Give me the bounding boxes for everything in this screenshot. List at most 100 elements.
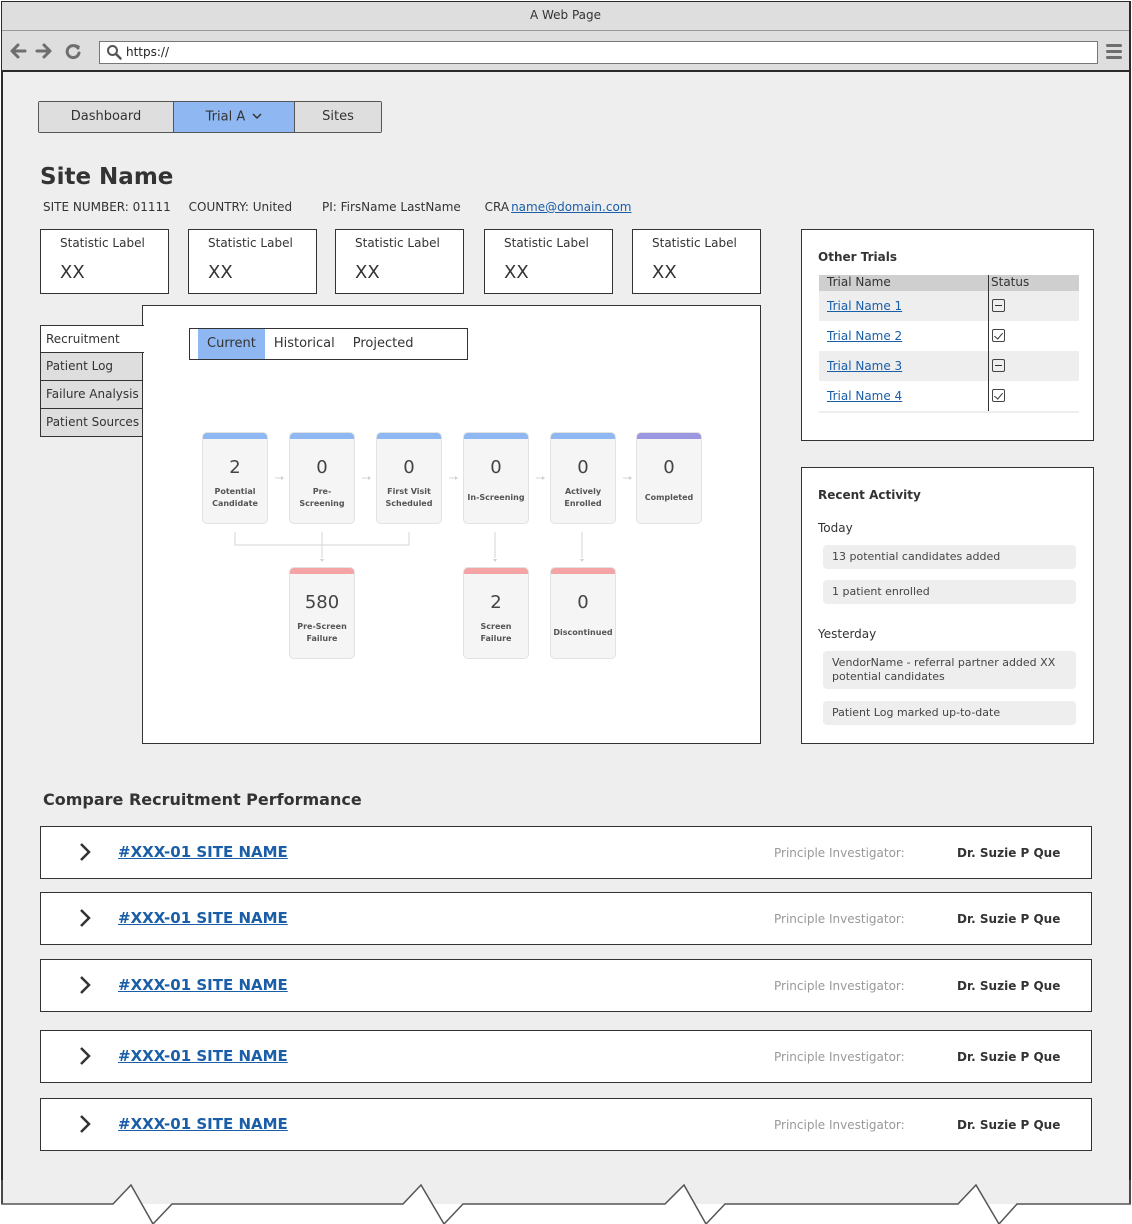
table-row: Trial Name 2 [819,321,1079,351]
stat-value: XX [504,262,529,283]
top-nav-tabs: Dashboard Trial A Sites [38,101,382,133]
stage-label: First Visit Scheduled [385,487,433,508]
compare-site-row[interactable]: #XXX-01 SITE NAME Principle Investigator… [40,1098,1092,1151]
status-partial-icon[interactable] [992,359,1005,372]
funnel-failure-screen[interactable]: 2 Screen Failure [464,568,528,658]
funnel-stage-potential-candidate[interactable]: 2 Potential Candidate [203,433,267,523]
side-tab-patient-log[interactable]: Patient Log [40,353,143,381]
activity-item: 1 patient enrolled [823,580,1076,604]
compare-site-row[interactable]: #XXX-01 SITE NAME Principle Investigator… [40,1030,1092,1083]
back-icon[interactable] [8,41,28,61]
recruitment-panel: Current Historical Projected 2 Potential… [142,305,761,744]
menu-icon[interactable] [1106,44,1122,60]
pi-name: Dr. Suzie P Que [957,1118,1061,1132]
table-row: Trial Name 1 [819,291,1079,321]
funnel-stage-completed[interactable]: 0 Completed [637,433,701,523]
tab-dashboard[interactable]: Dashboard [39,102,174,132]
stat-value: XX [355,262,380,283]
side-tabs: Recruitment Patient Log Failure Analysis… [40,325,144,437]
site-number: SITE NUMBER: 01111 [43,200,171,214]
stage-label: Completed [644,493,694,502]
pi-name: Dr. Suzie P Que [957,912,1061,926]
stage-count: 0 [663,457,675,478]
stage-label: Potential Candidate [212,487,258,508]
table-row: Trial Name 3 [819,351,1079,381]
stage-count: 2 [229,457,241,478]
chevron-right-icon[interactable] [77,907,93,929]
tab-sites[interactable]: Sites [295,102,381,132]
site-link[interactable]: #XXX-01 SITE NAME [118,909,288,927]
stat-label: Statistic Label [60,236,145,250]
status-partial-icon[interactable] [992,299,1005,312]
compare-site-row[interactable]: #XXX-01 SITE NAME Principle Investigator… [40,959,1092,1012]
tab-label: Trial A [205,109,246,125]
failure-label: Screen Failure [480,622,512,643]
site-link[interactable]: #XXX-01 SITE NAME [118,843,288,861]
pi-label: Principle Investigator: [774,912,905,926]
stage-label: In-Screening [467,493,525,502]
side-tab-failure-analysis[interactable]: Failure Analysis [40,381,143,409]
funnel-failure-pre-screen[interactable]: 580 Pre-Screen Failure [290,568,354,658]
site-link[interactable]: #XXX-01 SITE NAME [118,1047,288,1065]
side-tab-patient-sources[interactable]: Patient Sources [40,409,143,437]
status-checked-icon[interactable] [992,329,1005,342]
stage-count: 0 [490,457,502,478]
browser-window: A Web Page https:// Dashboard Trial A Si… [0,0,1132,1224]
activity-item: VendorName - referral partner added XX p… [823,651,1076,689]
compare-site-row[interactable]: #XXX-01 SITE NAME Principle Investigator… [40,892,1092,945]
trial-link[interactable]: Trial Name 3 [827,359,902,373]
forward-icon[interactable] [34,41,54,61]
tab-trial-a[interactable]: Trial A [174,102,295,132]
stat-value: XX [60,262,85,283]
pi-label: Principle Investigator: [774,1050,905,1064]
trial-link[interactable]: Trial Name 4 [827,389,902,403]
day-label-yesterday: Yesterday [818,627,877,641]
pi-name: Dr. Suzie P Que [957,979,1061,993]
table-row: Trial Name 4 [819,381,1079,411]
failure-count: 0 [577,592,589,613]
site-meta: SITE NUMBER: 01111 COUNTRY: United PI: F… [43,200,631,214]
pi-name: Dr. Suzie P Que [957,1050,1061,1064]
failure-count: 2 [490,592,502,613]
pi-name: Dr. Suzie P Que [957,846,1061,860]
reload-icon[interactable] [63,41,83,61]
stat-card: Statistic Label XX [632,229,761,294]
funnel-failure-discontinued[interactable]: 0 Discontinued [551,568,615,658]
cra-email-link[interactable]: name@domain.com [511,200,631,214]
search-icon [106,44,122,60]
stat-card: Statistic Label XX [484,229,613,294]
funnel-stage-in-screening[interactable]: 0 In-Screening [464,433,528,523]
recent-activity-card: Recent Activity Today 13 potential candi… [801,467,1094,744]
status-checked-icon[interactable] [992,389,1005,402]
chevron-right-icon[interactable] [77,1113,93,1135]
chevron-right-icon[interactable] [77,1045,93,1067]
stat-label: Statistic Label [355,236,440,250]
funnel-stage-first-visit-scheduled[interactable]: 0 First Visit Scheduled [377,433,441,523]
stat-label: Statistic Label [504,236,589,250]
url-bar[interactable]: https:// [99,41,1098,64]
site-link[interactable]: #XXX-01 SITE NAME [118,1115,288,1133]
tab-label: Dashboard [70,109,142,124]
side-tab-recruitment[interactable]: Recruitment [40,325,144,353]
url-text[interactable]: https:// [126,45,169,59]
funnel-stage-actively-enrolled[interactable]: 0 Actively Enrolled [551,433,615,523]
funnel-stage-pre-screening[interactable]: 0 Pre-Screening [290,433,354,523]
funnel-connectors [234,476,632,562]
window-title: A Web Page [2,2,1129,31]
torn-page-edge [0,1180,1132,1224]
compare-site-row[interactable]: #XXX-01 SITE NAME Principle Investigator… [40,826,1092,879]
stat-card: Statistic Label XX [40,229,169,294]
chevron-right-icon[interactable] [77,974,93,996]
other-trials-title: Other Trials [818,250,897,264]
chevron-right-icon[interactable] [77,841,93,863]
table-footer [819,411,1079,413]
failure-label: Discontinued [553,628,613,637]
stat-card: Statistic Label XX [188,229,317,294]
site-country: COUNTRY: United [188,200,293,214]
chevron-down-icon [252,102,262,132]
site-link[interactable]: #XXX-01 SITE NAME [118,976,288,994]
activity-item: Patient Log marked up-to-date [823,701,1076,725]
other-trials-table: Trial Name Status Trial Name 1 Trial Nam… [819,275,1079,413]
trial-link[interactable]: Trial Name 1 [827,299,902,313]
trial-link[interactable]: Trial Name 2 [827,329,902,343]
